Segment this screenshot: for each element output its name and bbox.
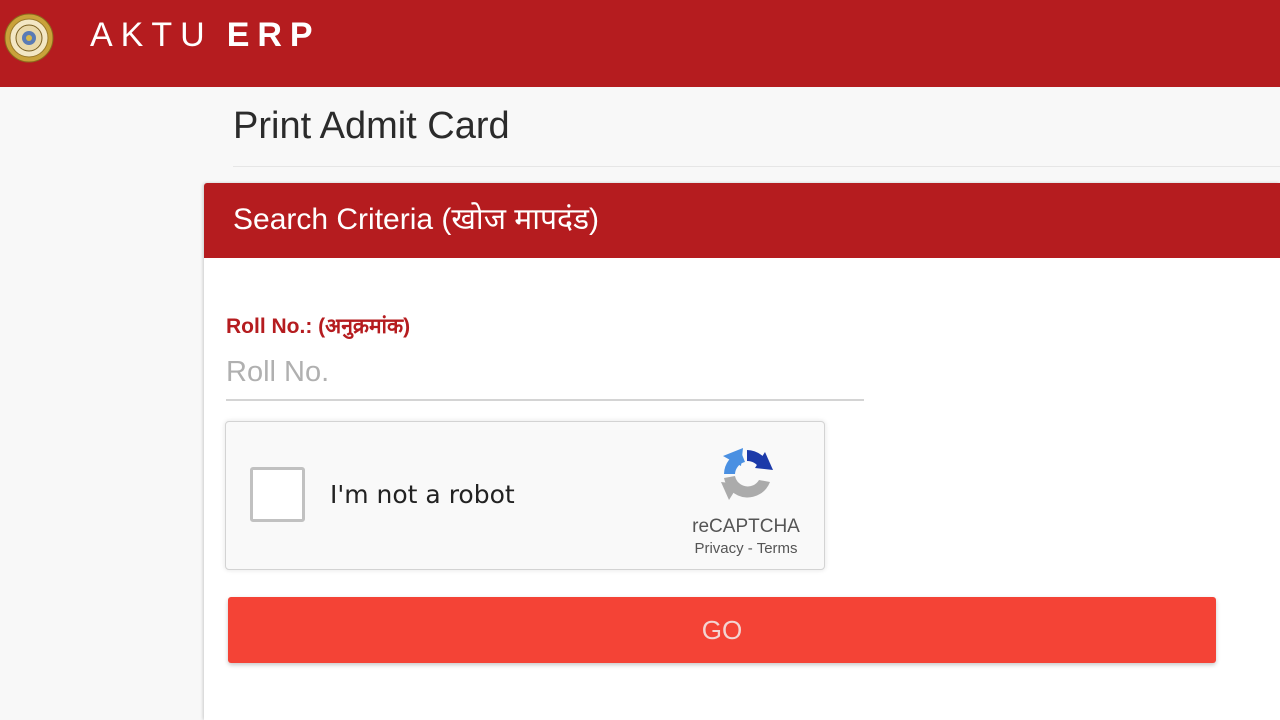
roll-number-input[interactable] bbox=[226, 351, 864, 401]
university-seal-icon[interactable] bbox=[4, 13, 54, 63]
recaptcha-privacy-link[interactable]: Privacy bbox=[694, 540, 743, 557]
recaptcha-widget: I'm not a robot reCAPTCHA Privacy - Term… bbox=[225, 421, 825, 570]
recaptcha-label: I'm not a robot bbox=[330, 480, 515, 509]
page-title: Print Admit Card bbox=[233, 105, 510, 147]
brand-erp: ERP bbox=[226, 16, 321, 54]
title-divider bbox=[233, 166, 1280, 167]
top-navbar: AKTU ERP bbox=[0, 0, 1280, 87]
recaptcha-brand: reCAPTCHA bbox=[692, 516, 800, 537]
recaptcha-logo-icon bbox=[721, 448, 773, 500]
search-panel-title: Search Criteria (खोज मापदंड) bbox=[233, 203, 600, 236]
go-button[interactable]: GO bbox=[228, 597, 1216, 663]
search-panel-header: Search Criteria (खोज मापदंड) bbox=[204, 183, 1280, 258]
brand-aktu: AKTU bbox=[90, 16, 213, 54]
recaptcha-checkbox[interactable] bbox=[250, 467, 305, 522]
recaptcha-links-separator: - bbox=[747, 540, 753, 557]
recaptcha-terms-link[interactable]: Terms bbox=[757, 540, 798, 557]
app-brand[interactable]: AKTU ERP bbox=[90, 14, 321, 56]
recaptcha-links: Privacy - Terms bbox=[666, 540, 826, 558]
search-panel: Search Criteria (खोज मापदंड) Roll No.: (… bbox=[204, 183, 1280, 720]
roll-number-label: Roll No.: (अनुक्रमांक) bbox=[226, 315, 411, 338]
